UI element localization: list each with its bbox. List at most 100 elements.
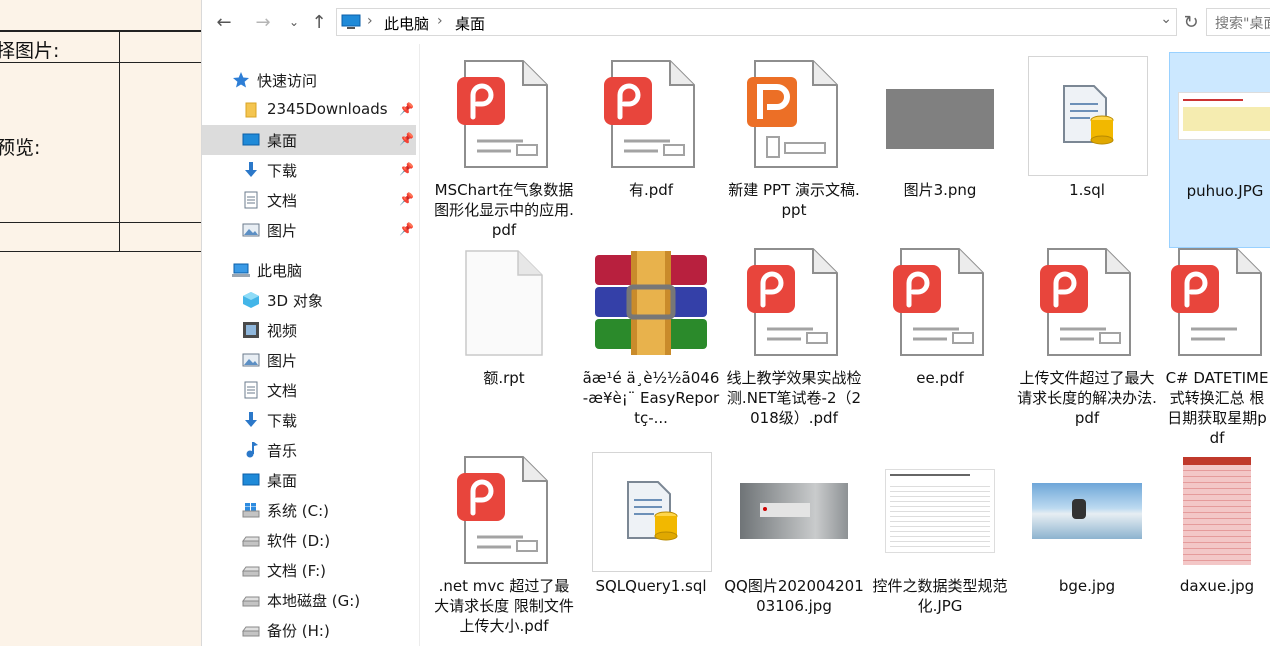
breadcrumb-this-pc[interactable]: 此电脑	[384, 13, 429, 34]
search-placeholder: 搜索"桌面	[1215, 16, 1270, 32]
nav-label: 本地磁盘 (G:)	[267, 592, 361, 610]
breadcrumb-desktop[interactable]: 桌面	[455, 13, 485, 34]
file-label: daxue.jpg	[1179, 577, 1255, 595]
nav-item-downloads[interactable]: 下载 📌	[202, 155, 416, 185]
nav-item-pictures[interactable]: 图片 📌	[202, 215, 416, 245]
pdf-file-icon	[457, 60, 548, 168]
breadcrumb-chevron-icon[interactable]: ›	[367, 13, 373, 29]
file-label: MSChart在气象数据图形化显示中的应用.pdf	[434, 181, 574, 239]
form-border	[119, 30, 120, 252]
file-item[interactable]: 线上教学效果实战检测.NET笔试卷-2（2018级）.pdf	[724, 240, 864, 436]
nav-item-music[interactable]: 音乐	[202, 435, 416, 465]
file-label: QQ图片20200420103106.jpg	[724, 577, 864, 615]
pin-icon[interactable]: 📌	[399, 222, 414, 236]
file-item[interactable]: SQLQuery1.sql	[581, 448, 721, 644]
nav-label: 快速访问	[257, 72, 318, 90]
file-label: 图片3.png	[903, 181, 977, 199]
file-item[interactable]: ãæ¹é ä¸è½½ã046-æ¥è¡¨ EasyReportç-...	[581, 240, 721, 436]
file-item[interactable]: .net mvc 超过了最大请求长度 限制文件上传大小.pdf	[434, 448, 574, 644]
sql-file-icon	[627, 481, 678, 541]
ppt-file-icon	[747, 60, 838, 168]
nav-item-downloads[interactable]: 下载	[202, 405, 416, 435]
nav-item-drive-f[interactable]: 文档 (F:)	[202, 555, 416, 585]
pictures-icon	[242, 353, 260, 367]
file-label: 有.pdf	[628, 181, 674, 199]
nav-item-drive-d[interactable]: 软件 (D:)	[202, 525, 416, 555]
this-pc-icon	[341, 14, 361, 29]
file-item[interactable]: QQ图片20200420103106.jpg	[724, 448, 864, 644]
pin-icon[interactable]: 📌	[399, 102, 414, 116]
3d-objects-icon	[243, 292, 259, 308]
desktop-icon	[242, 473, 260, 486]
file-item[interactable]: 上传文件超过了最大请求长度的解决办法.pdf	[1017, 240, 1157, 436]
nav-label: 下载	[267, 162, 298, 180]
file-label: 线上教学效果实战检测.NET笔试卷-2（2018级）.pdf	[726, 369, 862, 427]
search-input[interactable]: 搜索"桌面	[1206, 8, 1270, 36]
file-item[interactable]: 1.sql	[1017, 52, 1157, 248]
nav-item-3d-objects[interactable]: 3D 对象	[202, 285, 416, 315]
nav-item-drive-h[interactable]: 备份 (H:)	[202, 615, 416, 645]
form-border	[0, 30, 201, 32]
chevron-down-icon[interactable]: ⌄	[282, 10, 306, 34]
chevron-down-icon[interactable]: ⌄	[1160, 11, 1172, 27]
file-label: 上传文件超过了最大请求长度的解决办法.pdf	[1017, 369, 1157, 427]
drive-icon	[242, 566, 260, 577]
drive-icon	[242, 596, 260, 607]
nav-this-pc[interactable]: 此电脑	[202, 255, 416, 285]
up-arrow-icon[interactable]: ↑	[307, 10, 331, 34]
pdf-file-icon	[747, 248, 838, 356]
nav-item-desktop[interactable]: 桌面	[202, 465, 416, 495]
file-item[interactable]: ee.pdf	[870, 240, 1010, 436]
nav-label: 3D 对象	[267, 292, 323, 310]
windows-drive-icon	[242, 503, 260, 518]
nav-item-drive-g[interactable]: 本地磁盘 (G:)	[202, 585, 416, 615]
nav-item-documents[interactable]: 文档 📌	[202, 185, 416, 215]
pin-icon[interactable]: 📌	[399, 132, 414, 146]
address-toolbar: ← → ⌄ ↑ › 此电脑 › 桌面 ⌄ ↻ 搜索"桌面	[202, 0, 1270, 44]
nav-label: 桌面	[267, 132, 298, 150]
form-border	[0, 222, 201, 223]
gray-image-thumbnail	[886, 89, 994, 149]
file-item[interactable]: bge.jpg	[1017, 448, 1157, 644]
pin-icon[interactable]: 📌	[399, 192, 414, 206]
file-label: puhuo.JPG	[1186, 182, 1264, 200]
form-border	[0, 251, 201, 252]
music-icon	[246, 442, 258, 458]
file-item[interactable]: MSChart在气象数据图形化显示中的应用.pdf	[434, 52, 574, 248]
desktop-icon	[242, 133, 260, 146]
document-screenshot-thumbnail	[885, 469, 995, 553]
forward-arrow-icon[interactable]: →	[251, 10, 275, 34]
file-label: bge.jpg	[1058, 577, 1116, 595]
file-item[interactable]: 有.pdf	[581, 52, 721, 248]
nav-item-documents[interactable]: 文档	[202, 375, 416, 405]
file-label: .net mvc 超过了最大请求长度 限制文件上传大小.pdf	[434, 577, 574, 635]
nav-item-videos[interactable]: 视频	[202, 315, 416, 345]
drive-icon	[242, 626, 260, 637]
file-item[interactable]: C# DATETIME式转换汇总 根日期获取星期pdf	[1163, 240, 1270, 447]
back-arrow-icon[interactable]: ←	[212, 10, 236, 34]
refresh-icon[interactable]: ↻	[1178, 9, 1204, 35]
file-label: 新建 PPT 演示文稿.ppt	[728, 181, 860, 219]
screenshot-thumbnail	[1178, 92, 1270, 140]
file-item[interactable]: puhuo.JPG	[1169, 52, 1270, 248]
nav-item-pictures[interactable]: 图片	[202, 345, 416, 375]
nav-item-2345downloads[interactable]: 2345Downloads 📌	[202, 95, 416, 125]
file-item[interactable]: 新建 PPT 演示文稿.ppt	[724, 52, 864, 248]
nav-label: 图片	[267, 222, 298, 240]
file-label: ee.pdf	[916, 369, 964, 387]
pdf-file-icon	[1171, 248, 1262, 356]
file-item[interactable]: daxue.jpg	[1163, 448, 1270, 644]
nav-item-desktop[interactable]: 桌面 📌	[202, 125, 416, 155]
file-item[interactable]: 图片3.png	[870, 52, 1010, 248]
breadcrumb-chevron-icon[interactable]: ›	[437, 13, 443, 29]
file-item[interactable]: 额.rpt	[434, 240, 574, 436]
this-pc-icon	[232, 263, 250, 277]
download-icon	[245, 412, 257, 427]
pin-icon[interactable]: 📌	[399, 162, 414, 176]
nav-quick-access[interactable]: 快速访问	[202, 65, 416, 95]
address-bar[interactable]: › 此电脑 › 桌面 ⌄	[336, 8, 1177, 36]
file-label: 额.rpt	[483, 369, 525, 387]
pictures-icon	[242, 223, 260, 237]
file-item[interactable]: 控件之数据类型规范化.JPG	[870, 448, 1010, 644]
nav-item-drive-c[interactable]: 系统 (C:)	[202, 495, 416, 525]
